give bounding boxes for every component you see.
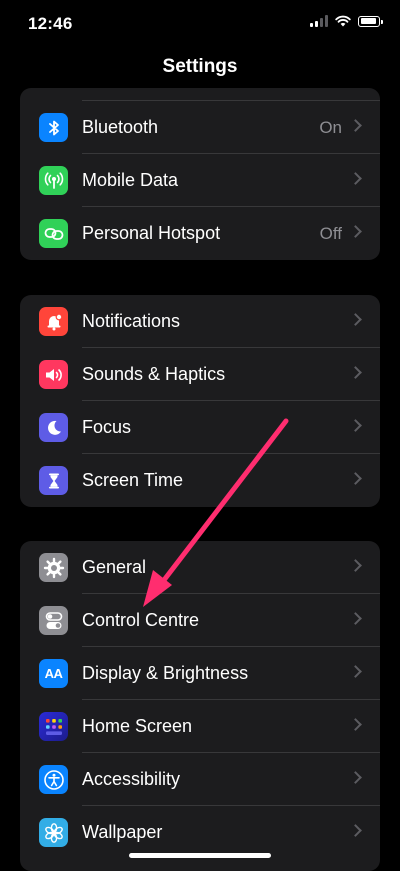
chevron-right-icon <box>349 366 362 379</box>
hotspot-link-icon <box>39 219 68 248</box>
chevron-right-icon <box>349 559 362 572</box>
settings-row-label: Mobile Data <box>82 170 179 190</box>
settings-row-label: Bluetooth <box>82 117 159 137</box>
settings-group-connectivity: Bluetooth On Mobile Data Personal Hotspo… <box>20 88 380 260</box>
chevron-right-icon <box>349 119 362 132</box>
bell-icon <box>39 307 68 336</box>
settings-row-label: Display & Brightness <box>82 663 249 683</box>
bluetooth-icon <box>39 113 68 142</box>
settings-row-label: Home Screen <box>82 716 193 736</box>
settings-row-focus[interactable]: Focus <box>20 401 380 454</box>
chevron-right-icon <box>349 718 362 731</box>
settings-row-home-screen[interactable]: Home Screen <box>20 700 380 753</box>
flower-icon <box>39 818 68 847</box>
settings-row-value: Off <box>319 224 342 243</box>
chevron-right-icon <box>349 419 362 432</box>
settings-row-general[interactable]: General <box>20 541 380 594</box>
cellular-signal-icon <box>310 15 328 27</box>
settings-row-label: Notifications <box>82 311 181 331</box>
hourglass-icon <box>39 466 68 495</box>
text-size-icon-label: AA <box>44 666 63 681</box>
settings-row-accessibility[interactable]: Accessibility <box>20 753 380 806</box>
settings-row-personal-hotspot[interactable]: Personal Hotspot Off <box>20 207 380 260</box>
settings-row-label: Control Centre <box>82 610 200 630</box>
toggles-icon <box>39 606 68 635</box>
status-icons <box>310 15 383 27</box>
gear-icon <box>39 553 68 582</box>
settings-row-notifications[interactable]: Notifications <box>20 295 380 348</box>
settings-group-general: General Control Centre AA Display & Brig… <box>20 541 380 871</box>
settings-row-label: Accessibility <box>82 769 181 789</box>
speaker-icon <box>39 360 68 389</box>
settings-row-label: Focus <box>82 417 132 437</box>
home-indicator[interactable] <box>129 853 271 858</box>
settings-group-notifications: Notifications Sounds & Haptics Focus Scr… <box>20 295 380 507</box>
antenna-icon <box>39 166 68 195</box>
chevron-right-icon <box>349 612 362 625</box>
settings-row-label: Wallpaper <box>82 822 163 842</box>
chevron-right-icon <box>349 172 362 185</box>
settings-row-sounds-haptics[interactable]: Sounds & Haptics <box>20 348 380 401</box>
wifi-icon <box>335 15 351 27</box>
settings-row-control-centre[interactable]: Control Centre <box>20 594 380 647</box>
settings-row-wallpaper[interactable]: Wallpaper <box>20 806 380 859</box>
settings-row-label: Personal Hotspot <box>82 223 221 243</box>
settings-row-value: On <box>319 118 342 137</box>
home-grid-icon <box>39 712 68 741</box>
settings-row-label: Screen Time <box>82 470 184 490</box>
text-size-icon: AA <box>39 659 68 688</box>
chevron-right-icon <box>349 824 362 837</box>
settings-row-bluetooth[interactable]: Bluetooth On <box>20 101 380 154</box>
chevron-right-icon <box>349 771 362 784</box>
moon-icon <box>39 413 68 442</box>
settings-row-label: Sounds & Haptics <box>82 364 226 384</box>
settings-row-screen-time[interactable]: Screen Time <box>20 454 380 507</box>
chevron-right-icon <box>349 472 362 485</box>
settings-row-mobile-data[interactable]: Mobile Data <box>20 154 380 207</box>
chevron-right-icon <box>349 313 362 326</box>
chevron-right-icon <box>349 225 362 238</box>
status-time: 12:46 <box>28 14 73 33</box>
chevron-right-icon <box>349 665 362 678</box>
accessibility-icon <box>39 765 68 794</box>
battery-icon <box>358 15 383 27</box>
status-bar: 12:46 <box>0 0 400 48</box>
settings-row-label: General <box>82 557 147 577</box>
settings-row-display-brightness[interactable]: AA Display & Brightness <box>20 647 380 700</box>
page-title: Settings <box>162 56 238 77</box>
